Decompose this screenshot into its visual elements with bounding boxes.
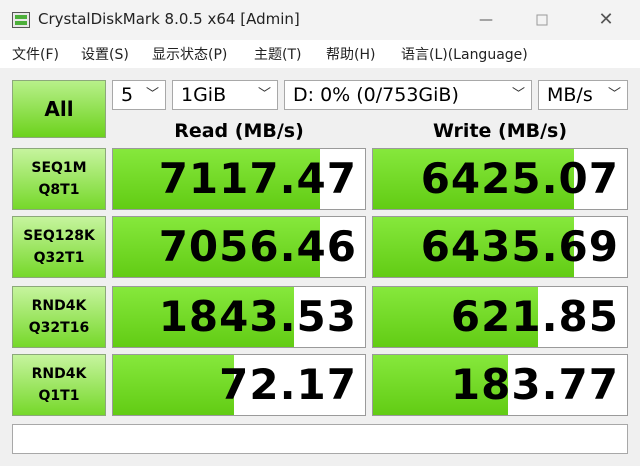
write-value: 6425.07	[420, 154, 619, 203]
write-result: 6425.07	[372, 148, 628, 210]
crystaldiskmark-icon	[12, 12, 30, 28]
window-title: CrystalDiskMark 8.0.5 x64 [Admin]	[38, 10, 300, 28]
read-result: 7056.46	[112, 216, 366, 278]
test-label-line2: Q1T1	[38, 388, 80, 404]
title-bar[interactable]: CrystalDiskMark 8.0.5 x64 [Admin] — ✕	[0, 0, 640, 40]
test-count-value: 5	[121, 84, 134, 106]
drive-value: D: 0% (0/753GiB)	[293, 84, 459, 106]
minimize-icon[interactable]: —	[466, 6, 506, 34]
menu-display-status[interactable]: 显示状态(P)	[152, 44, 227, 64]
read-result: 72.17	[112, 354, 366, 416]
test-label-line1: RND4K	[31, 366, 87, 382]
test-button-rnd4k-q32t16[interactable]: RND4K Q32T16	[12, 286, 106, 348]
menu-language[interactable]: 语言(L)(Language)	[401, 44, 528, 64]
write-value: 183.77	[450, 360, 619, 409]
write-value: 6435.69	[420, 222, 619, 271]
chevron-down-icon: ﹀	[257, 87, 271, 102]
unit-select[interactable]: MB/s ﹀	[538, 80, 628, 110]
close-icon[interactable]: ✕	[586, 6, 626, 34]
read-bar	[113, 355, 234, 415]
read-value: 1843.53	[158, 292, 357, 341]
read-result: 7117.47	[112, 148, 366, 210]
test-button-seq128k-q32t1[interactable]: SEQ128K Q32T1	[12, 216, 106, 278]
unit-value: MB/s	[547, 84, 593, 106]
test-label-line2: Q32T1	[33, 250, 85, 266]
read-value: 7117.47	[158, 154, 357, 203]
write-result: 6435.69	[372, 216, 628, 278]
status-field[interactable]	[12, 424, 628, 454]
all-button[interactable]: All	[12, 80, 106, 138]
test-button-seq1m-q8t1[interactable]: SEQ1M Q8T1	[12, 148, 106, 210]
test-size-select[interactable]: 1GiB ﹀	[172, 80, 278, 110]
test-label-line2: Q8T1	[38, 182, 80, 198]
chevron-down-icon: ﹀	[607, 87, 621, 102]
write-result: 183.77	[372, 354, 628, 416]
write-header: Write (MB/s)	[432, 120, 568, 142]
read-value: 72.17	[219, 360, 357, 409]
drive-select[interactable]: D: 0% (0/753GiB) ﹀	[284, 80, 532, 110]
write-value: 621.85	[450, 292, 619, 341]
test-label-line1: SEQ128K	[23, 228, 95, 244]
write-result: 621.85	[372, 286, 628, 348]
menu-settings[interactable]: 设置(S)	[81, 44, 129, 64]
test-count-select[interactable]: 5 ﹀	[112, 80, 166, 110]
read-header: Read (MB/s)	[174, 120, 304, 142]
test-label-line1: SEQ1M	[31, 160, 87, 176]
menu-theme[interactable]: 主题(T)	[254, 44, 301, 64]
test-label-line2: Q32T16	[28, 320, 90, 336]
menu-help[interactable]: 帮助(H)	[326, 44, 375, 64]
chevron-down-icon: ﹀	[145, 87, 159, 102]
maximize-icon[interactable]	[522, 6, 562, 34]
menu-bar: 文件(F) 设置(S) 显示状态(P) 主题(T) 帮助(H) 语言(L)(La…	[0, 40, 640, 68]
read-result: 1843.53	[112, 286, 366, 348]
read-value: 7056.46	[158, 222, 357, 271]
test-size-value: 1GiB	[181, 84, 227, 106]
menu-file[interactable]: 文件(F)	[12, 44, 59, 64]
chevron-down-icon: ﹀	[511, 87, 525, 102]
test-label-line1: RND4K	[31, 298, 87, 314]
test-button-rnd4k-q1t1[interactable]: RND4K Q1T1	[12, 354, 106, 416]
